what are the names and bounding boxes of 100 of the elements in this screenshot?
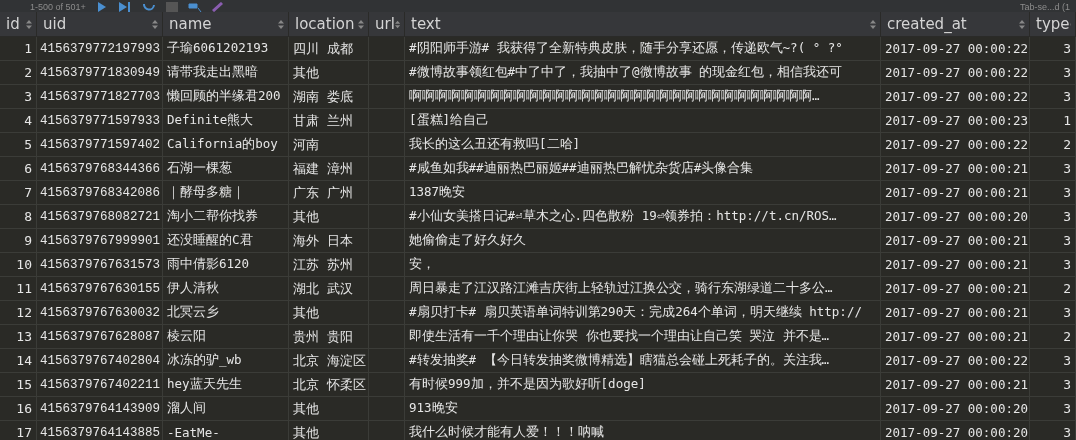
table-cell: 3 bbox=[1063, 185, 1071, 200]
table-cell: #阴阳师手游# 我获得了全新特典皮肤，随手分享还愿，传递欧气~?( ° ?° bbox=[409, 40, 843, 57]
table-cell: 4156379767402211 bbox=[40, 377, 161, 392]
table-cell: 广东 广州 bbox=[293, 183, 353, 202]
table-cell: 2017-09-27 00:00:21 bbox=[885, 305, 1028, 320]
table-cell: 即使生活有一千个理由让你哭 你也要找一个理由让自己笑 哭泣 并不是… bbox=[409, 328, 830, 345]
table-cell: 懒回顾的半缘君200 bbox=[167, 88, 281, 105]
table-cell: 4156379768082721 bbox=[40, 209, 161, 224]
table-cell: 2017-09-27 00:00:22 bbox=[885, 65, 1028, 80]
table-cell: 2 bbox=[1063, 281, 1071, 296]
table-cell: 2017-09-27 00:00:21 bbox=[885, 233, 1028, 248]
table-cell: 她偷偷走了好久好久 bbox=[409, 232, 526, 249]
table-cell: 江苏 苏州 bbox=[293, 255, 353, 274]
table-cell: 其他 bbox=[293, 63, 319, 82]
table-cell: 1387晚安 bbox=[409, 184, 466, 201]
table-cell: 3 bbox=[1063, 65, 1071, 80]
table-cell: 13 bbox=[16, 329, 32, 344]
table-cell: 2 bbox=[1063, 137, 1071, 152]
column-header[interactable]: url bbox=[369, 12, 405, 36]
table-cell: 3 bbox=[1063, 209, 1071, 224]
table-cell: 2017-09-27 00:00:22 bbox=[885, 89, 1028, 104]
table-cell: 棱云阳 bbox=[167, 328, 206, 345]
table-cell: 1 bbox=[1063, 113, 1071, 128]
column-header[interactable]: type bbox=[1030, 12, 1076, 36]
table-cell: 2017-09-27 00:00:21 bbox=[885, 329, 1028, 344]
column-header[interactable]: location bbox=[289, 12, 369, 36]
table-cell: 还没睡醒的C君 bbox=[167, 232, 253, 249]
table-cell: [蛋糕]给自己 bbox=[409, 112, 490, 129]
table-cell: 913晚安 bbox=[409, 400, 458, 417]
table-cell: 6 bbox=[24, 161, 32, 176]
table-cell: 14 bbox=[16, 353, 32, 368]
table-cell: 其他 bbox=[293, 303, 319, 322]
table-cell: 2 bbox=[1063, 329, 1071, 344]
column-header[interactable]: id bbox=[0, 12, 37, 36]
table-cell: #扇贝打卡# 扇贝英语单词特训第290天：完成264个单词，明天继续 http:// bbox=[409, 304, 862, 321]
table-cell: California的boy bbox=[167, 136, 278, 153]
table-cell: 9 bbox=[24, 233, 32, 248]
table-cell: 12 bbox=[16, 305, 32, 320]
table-cell: 啊啊啊啊啊啊啊啊啊啊啊啊啊啊啊啊啊啊啊啊啊啊啊啊啊啊啊啊啊啊啊… bbox=[409, 88, 820, 105]
table-cell: 福建 漳州 bbox=[293, 159, 353, 178]
table-cell: 4156379767630032 bbox=[40, 305, 161, 320]
table-cell: 4156379771830949 bbox=[40, 65, 161, 80]
table-cell: 其他 bbox=[293, 423, 319, 440]
table-cell: 15 bbox=[16, 377, 32, 392]
table-cell: 4156379771597933 bbox=[40, 113, 161, 128]
table-cell: 4156379768342086 bbox=[40, 185, 161, 200]
table-cell: 3 bbox=[1063, 41, 1071, 56]
table-cell: 北冥云乡 bbox=[167, 304, 219, 321]
table-cell: 有时候999加，并不是因为歌好听[doge] bbox=[409, 376, 646, 393]
table-cell: 我什么时候才能有人爱！！！呐喊 bbox=[409, 424, 604, 440]
column-header[interactable]: text bbox=[405, 12, 881, 36]
table-cell: 4156379767999901 bbox=[40, 233, 161, 248]
table-cell: 3 bbox=[1063, 353, 1071, 368]
table-cell: 2017-09-27 00:00:20 bbox=[885, 425, 1028, 440]
table-cell: 4156379767630155 bbox=[40, 281, 161, 296]
table-cell: 北京 海淀区 bbox=[293, 351, 366, 370]
table-cell: 16 bbox=[16, 401, 32, 416]
table-cell: 2017-09-27 00:00:21 bbox=[885, 281, 1028, 296]
table-cell: 伊人清秋 bbox=[167, 280, 219, 297]
table-cell: 安， bbox=[409, 256, 435, 273]
column-header[interactable]: uid bbox=[37, 12, 163, 36]
table-cell: 2017-09-27 00:00:23 bbox=[885, 113, 1028, 128]
table-cell: 湖南 娄底 bbox=[293, 87, 353, 106]
table-cell: 淘小二帮你找券 bbox=[167, 208, 258, 225]
table-cell: -EatMe- bbox=[167, 425, 220, 440]
table-cell: 2017-09-27 00:00:21 bbox=[885, 377, 1028, 392]
table-cell: 3 bbox=[1063, 257, 1071, 272]
table-cell: 17 bbox=[16, 425, 32, 440]
table-cell: 11 bbox=[16, 281, 32, 296]
table-cell: 2017-09-27 00:00:21 bbox=[885, 257, 1028, 272]
table-cell: 8 bbox=[24, 209, 32, 224]
table-cell: ｜酵母多糖｜ bbox=[167, 184, 245, 201]
column-header[interactable]: created_at bbox=[881, 12, 1030, 36]
table-cell: 2 bbox=[24, 65, 32, 80]
table-cell: 湖北 武汉 bbox=[293, 279, 353, 298]
table-cell: 3 bbox=[1063, 425, 1071, 440]
table-cell: 我长的这么丑还有救吗[二哈] bbox=[409, 136, 581, 153]
table-cell: Definite熊大 bbox=[167, 112, 254, 129]
tab-label: Tab-se...d (1 bbox=[1019, 2, 1070, 12]
table-cell: 10 bbox=[16, 257, 32, 272]
table-cell: 4 bbox=[24, 113, 32, 128]
table-cell: 3 bbox=[1063, 305, 1071, 320]
table-cell: 3 bbox=[1063, 377, 1071, 392]
table-cell: 3 bbox=[1063, 233, 1071, 248]
table-cell: 2017-09-27 00:00:22 bbox=[885, 137, 1028, 152]
table-cell: 海外 日本 bbox=[293, 231, 353, 250]
table-cell: 4156379767402804 bbox=[40, 353, 161, 368]
table-cell: 2017-09-27 00:00:20 bbox=[885, 209, 1028, 224]
page-range: 1-500 of 501+ bbox=[30, 2, 86, 12]
table-cell: 溜人间 bbox=[167, 400, 206, 417]
table-cell: 3 bbox=[1063, 89, 1071, 104]
table-cell: 4156379767631573 bbox=[40, 257, 161, 272]
table-cell: 其他 bbox=[293, 207, 319, 226]
column-header[interactable]: name bbox=[163, 12, 289, 36]
table-cell: 2017-09-27 00:00:22 bbox=[885, 353, 1028, 368]
table-cell: 石湖一棵葱 bbox=[167, 160, 232, 177]
table-cell: 2017-09-27 00:00:21 bbox=[885, 185, 1028, 200]
table-cell: 2017-09-27 00:00:20 bbox=[885, 401, 1028, 416]
table-cell: 2017-09-27 00:00:22 bbox=[885, 41, 1028, 56]
table-cell: 河南 bbox=[293, 135, 319, 154]
